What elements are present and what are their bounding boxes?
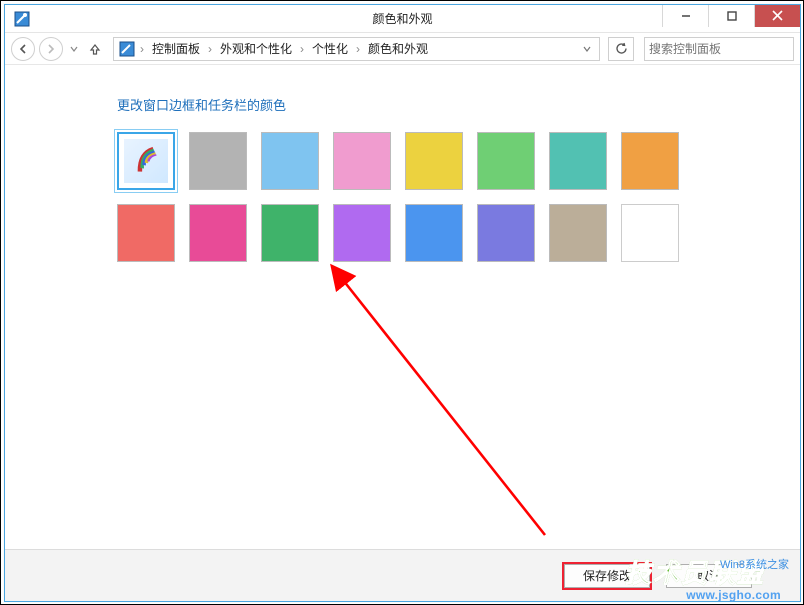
content-area: 更改窗口边框和任务栏的颜色 (5, 67, 800, 547)
breadcrumb-item[interactable]: 外观和个性化 (216, 40, 296, 57)
minimize-button[interactable] (662, 5, 708, 27)
search-input[interactable] (649, 42, 804, 56)
color-swatch-green2[interactable] (261, 204, 319, 262)
color-swatch-orange[interactable] (621, 132, 679, 190)
nav-history-dropdown[interactable] (67, 37, 81, 61)
color-swatch-grid (117, 132, 800, 262)
color-swatch-blue[interactable] (405, 204, 463, 262)
titlebar: 颜色和外观 (5, 5, 800, 33)
bottom-bar: 保存修改 取消 (5, 549, 800, 601)
close-button[interactable] (754, 5, 800, 27)
navbar: › 控制面板 › 外观和个性化 › 个性化 › 颜色和外观 (5, 33, 800, 65)
color-swatch-green[interactable] (477, 132, 535, 190)
nav-back-button[interactable] (11, 37, 35, 61)
page-heading: 更改窗口边框和任务栏的颜色 (117, 95, 800, 114)
color-swatch-pink[interactable] (333, 132, 391, 190)
breadcrumb-item[interactable]: 个性化 (308, 40, 352, 57)
chevron-right-icon: › (206, 42, 214, 56)
address-bar[interactable]: › 控制面板 › 外观和个性化 › 个性化 › 颜色和外观 (113, 37, 600, 61)
maximize-button[interactable] (708, 5, 754, 27)
color-swatch-purple[interactable] (333, 204, 391, 262)
color-swatch-skyblue[interactable] (261, 132, 319, 190)
color-swatch-teal[interactable] (549, 132, 607, 190)
app-icon (13, 10, 31, 28)
color-swatch-coral[interactable] (117, 204, 175, 262)
refresh-button[interactable] (608, 37, 634, 61)
color-swatch-gray[interactable] (189, 132, 247, 190)
nav-forward-button[interactable] (39, 37, 63, 61)
color-swatch-tan[interactable] (549, 204, 607, 262)
color-swatch-yellow[interactable] (405, 132, 463, 190)
color-swatch-violet[interactable] (477, 204, 535, 262)
address-dropdown-icon[interactable] (579, 42, 595, 56)
chevron-right-icon: › (138, 42, 146, 56)
breadcrumb-item[interactable]: 控制面板 (148, 40, 204, 57)
color-swatch-auto[interactable] (117, 132, 175, 190)
color-swatch-white[interactable] (621, 204, 679, 262)
cancel-button[interactable]: 取消 (666, 564, 752, 588)
address-icon (118, 40, 136, 58)
nav-up-button[interactable] (85, 37, 105, 61)
search-box[interactable] (644, 37, 794, 61)
color-swatch-magenta[interactable] (189, 204, 247, 262)
chevron-right-icon: › (298, 42, 306, 56)
chevron-right-icon: › (354, 42, 362, 56)
save-button[interactable]: 保存修改 (564, 564, 650, 588)
breadcrumb-item[interactable]: 颜色和外观 (364, 40, 432, 57)
